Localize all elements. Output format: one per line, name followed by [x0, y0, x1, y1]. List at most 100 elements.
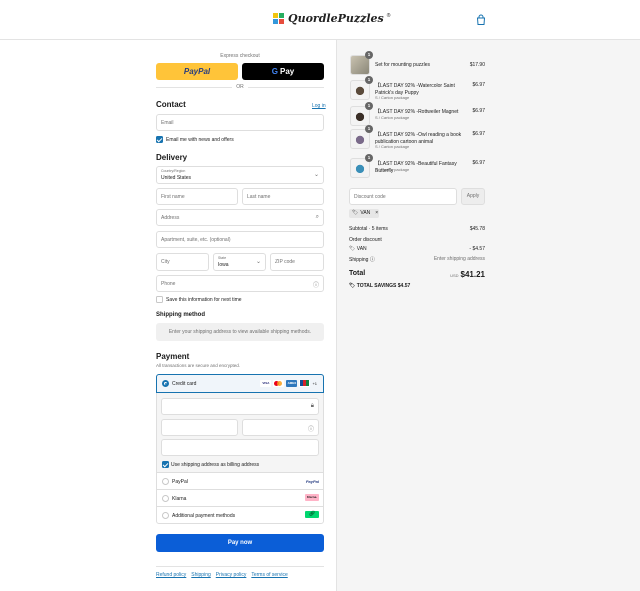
paypal-radio[interactable]	[162, 478, 169, 485]
city-field[interactable]: City	[156, 253, 209, 271]
city-placeholder: City	[161, 259, 170, 265]
jcb-icon	[299, 380, 311, 387]
additional-payment-option[interactable]: Additional payment methods 🔗︎	[157, 507, 323, 524]
shipping-method-notice: Enter your shipping address to view avai…	[156, 323, 324, 341]
order-item: 1 【LAST DAY 92% -Watercolor Saint Patric…	[350, 76, 485, 102]
discount-code-field[interactable]: Discount code	[349, 188, 457, 205]
credit-card-option[interactable]: Credit card VISA AMEX +1	[156, 374, 324, 393]
google-g-icon: G	[271, 67, 278, 76]
tag-icon: 🏷︎	[349, 283, 356, 289]
discount-tag: 🏷︎ VAN ×	[349, 209, 379, 218]
link-chain-icon: 🔗︎	[305, 511, 319, 518]
shipping-label: Shipping	[349, 257, 369, 263]
order-item: 1 【LAST DAY 92% -Owl reading a book publ…	[350, 125, 485, 151]
pay-now-button[interactable]: Pay now	[156, 534, 324, 552]
paypal-logo-icon: PayPal	[305, 479, 319, 484]
help-circle-icon[interactable]: ⓘ	[370, 257, 375, 263]
savings-value: $4.57	[397, 283, 411, 289]
tag-icon: 🏷︎	[352, 210, 359, 216]
card-number-field[interactable]: 🔒︎	[161, 398, 319, 415]
chevron-down-icon: ⌄	[255, 259, 261, 265]
credit-card-radio[interactable]	[162, 380, 169, 387]
save-info-checkbox[interactable]	[156, 296, 163, 303]
delivery-title: Delivery	[156, 153, 188, 162]
help-circle-icon[interactable]: ⓘ	[308, 424, 314, 433]
card-brand-logos: VISA AMEX +1	[260, 380, 317, 387]
total-savings-row: 🏷︎ TOTAL SAVINGS $4.57	[349, 283, 485, 289]
address-placeholder: Address	[161, 215, 180, 221]
lock-icon: 🔒︎	[310, 403, 314, 409]
apply-discount-button[interactable]: Apply	[461, 188, 485, 205]
first-name-field[interactable]: First name	[156, 188, 238, 205]
address-field[interactable]: Address ⌕	[156, 209, 324, 226]
help-circle-icon[interactable]: ⓘ	[313, 280, 319, 289]
zip-field[interactable]: ZIP code	[270, 253, 324, 271]
shipping-method-title: Shipping method	[156, 312, 205, 318]
shipping-row: Shipping ⓘ Enter shipping address	[349, 256, 485, 263]
item-price: $6.97	[472, 82, 485, 88]
phone-field[interactable]: Phone ⓘ	[156, 275, 324, 292]
card-form: 🔒︎ ⓘ Use shipping address as billing add…	[157, 393, 323, 473]
discount-code-row: 🏷︎ VAN - $4.57	[349, 246, 485, 252]
shipping-link[interactable]: Shipping	[191, 572, 210, 578]
footer-divider	[156, 566, 324, 567]
additional-payment-radio[interactable]	[162, 512, 169, 519]
google-pay-button[interactable]: G Pay	[242, 63, 324, 80]
item-variant: S / Carton package	[375, 115, 410, 120]
terms-of-service-link[interactable]: Terms of service	[251, 572, 287, 578]
total-value: $41.21	[460, 270, 485, 279]
state-label: State	[218, 256, 227, 260]
news-label: Email me with news and offers	[166, 137, 234, 143]
payment-methods: Credit card VISA AMEX +1 🔒︎ ⓘ Use shippi…	[156, 374, 324, 524]
credit-card-label: Credit card	[172, 381, 197, 387]
last-name-field[interactable]: Last name	[242, 188, 324, 205]
country-select[interactable]: Country/Region United States ⌄	[156, 166, 324, 184]
state-select[interactable]: State Iowa ⌄	[213, 253, 266, 271]
shipping-value: Enter shipping address	[433, 256, 485, 262]
order-item: 1 Set for mounting puzzles $17.90	[350, 51, 485, 77]
order-discount-label: Order discount	[349, 237, 382, 243]
brand-logo[interactable]: QuordlePuzzles ®	[273, 12, 390, 25]
quantity-badge: 1	[365, 51, 373, 59]
visa-icon: VISA	[260, 380, 272, 387]
news-checkbox[interactable]	[156, 136, 163, 143]
country-value: United States	[161, 175, 192, 181]
security-code-field[interactable]: ⓘ	[242, 419, 319, 436]
gpay-label: Pay	[280, 67, 295, 76]
klarna-logo-icon: Klarna.	[305, 494, 319, 501]
discount-value: - $4.57	[469, 246, 485, 252]
refund-policy-link[interactable]: Refund policy	[156, 572, 186, 578]
more-cards-count: +1	[312, 381, 317, 386]
paypal-label: PayPal	[172, 479, 188, 485]
paypal-option[interactable]: PayPal PayPal	[157, 473, 323, 490]
privacy-policy-link[interactable]: Privacy policy	[216, 572, 247, 578]
currency-code: USD	[450, 273, 459, 278]
paypal-express-button[interactable]: PayPal	[156, 63, 238, 80]
quantity-badge: 1	[365, 102, 373, 110]
total-row: Total USD $41.21	[349, 270, 485, 279]
trademark: ®	[386, 12, 391, 19]
apartment-placeholder: Apartment, suite, etc. (optional)	[161, 237, 231, 243]
additional-payment-label: Additional payment methods	[172, 513, 236, 519]
item-price: $17.90	[469, 62, 485, 68]
close-icon[interactable]: ×	[375, 209, 378, 218]
email-placeholder: Email	[161, 120, 174, 126]
contact-title: Contact	[156, 100, 186, 109]
express-checkout-label: Express checkout	[220, 53, 260, 59]
login-link[interactable]: Log in	[312, 103, 326, 109]
billing-checkbox[interactable]	[162, 461, 169, 468]
expiration-field[interactable]	[161, 419, 238, 436]
paypal-logo: PayPal	[183, 67, 211, 76]
email-field[interactable]: Email	[156, 114, 324, 131]
shopping-bag-icon[interactable]	[475, 14, 487, 26]
or-label: OR	[232, 84, 248, 90]
phone-placeholder: Phone	[161, 281, 176, 287]
order-item: 1 【LAST DAY 92% -Beautiful Fantasy Butte…	[350, 154, 485, 180]
klarna-option[interactable]: Klarna Klarna.	[157, 490, 323, 507]
first-name-placeholder: First name	[161, 194, 185, 200]
billing-label: Use shipping address as billing address	[171, 462, 260, 468]
name-on-card-field[interactable]	[161, 439, 319, 456]
klarna-radio[interactable]	[162, 495, 169, 502]
apartment-field[interactable]: Apartment, suite, etc. (optional)	[156, 231, 324, 248]
state-value: Iowa	[218, 262, 229, 268]
